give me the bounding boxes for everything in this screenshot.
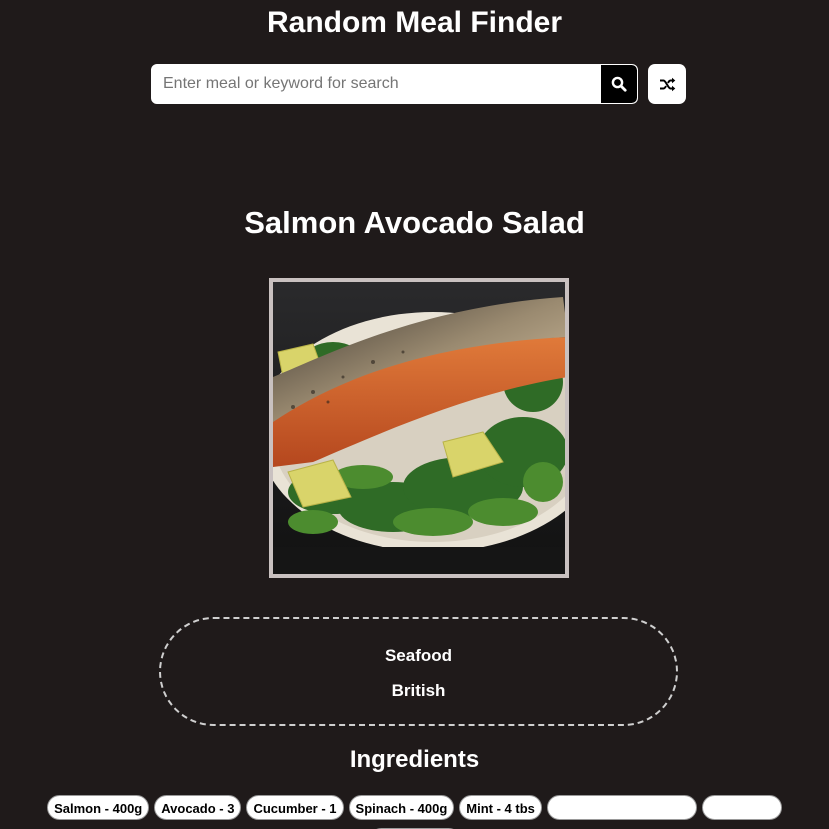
random-meal-button[interactable] bbox=[648, 64, 686, 104]
search-icon bbox=[611, 76, 627, 92]
ingredients-list: Salmon - 400g Avocado - 3 Cucumber - 1 S… bbox=[0, 795, 829, 829]
meal-photo bbox=[269, 278, 569, 578]
ingredient-item: Avocado - 3 bbox=[154, 795, 242, 820]
ingredient-item-cut-off bbox=[546, 795, 697, 820]
meal-title: Salmon Avocado Salad bbox=[244, 205, 585, 240]
ingredients-heading: Ingredients bbox=[349, 746, 480, 773]
search-input[interactable] bbox=[152, 65, 601, 103]
app-title: Random Meal Finder bbox=[266, 6, 563, 39]
ingredient-item: Spinach - 400g bbox=[348, 795, 455, 820]
shuffle-icon bbox=[659, 77, 675, 91]
search-button[interactable] bbox=[601, 65, 637, 103]
meal-photo-illustration bbox=[273, 282, 565, 574]
search-form bbox=[151, 64, 686, 104]
ingredient-item-cut-off bbox=[701, 795, 782, 820]
ingredient-item: Salmon - 400g bbox=[47, 795, 150, 820]
ingredient-item: Cucumber - 1 bbox=[246, 795, 344, 820]
search-box bbox=[151, 64, 638, 104]
ingredient-item: Mint - 4 tbs bbox=[459, 795, 542, 820]
meal-category: Seafood bbox=[384, 646, 453, 665]
meal-area: British bbox=[391, 681, 446, 700]
meal-info-box: Seafood British bbox=[159, 617, 678, 726]
app-page: Random Meal Finder Salmon Avocado Salad bbox=[0, 0, 829, 829]
